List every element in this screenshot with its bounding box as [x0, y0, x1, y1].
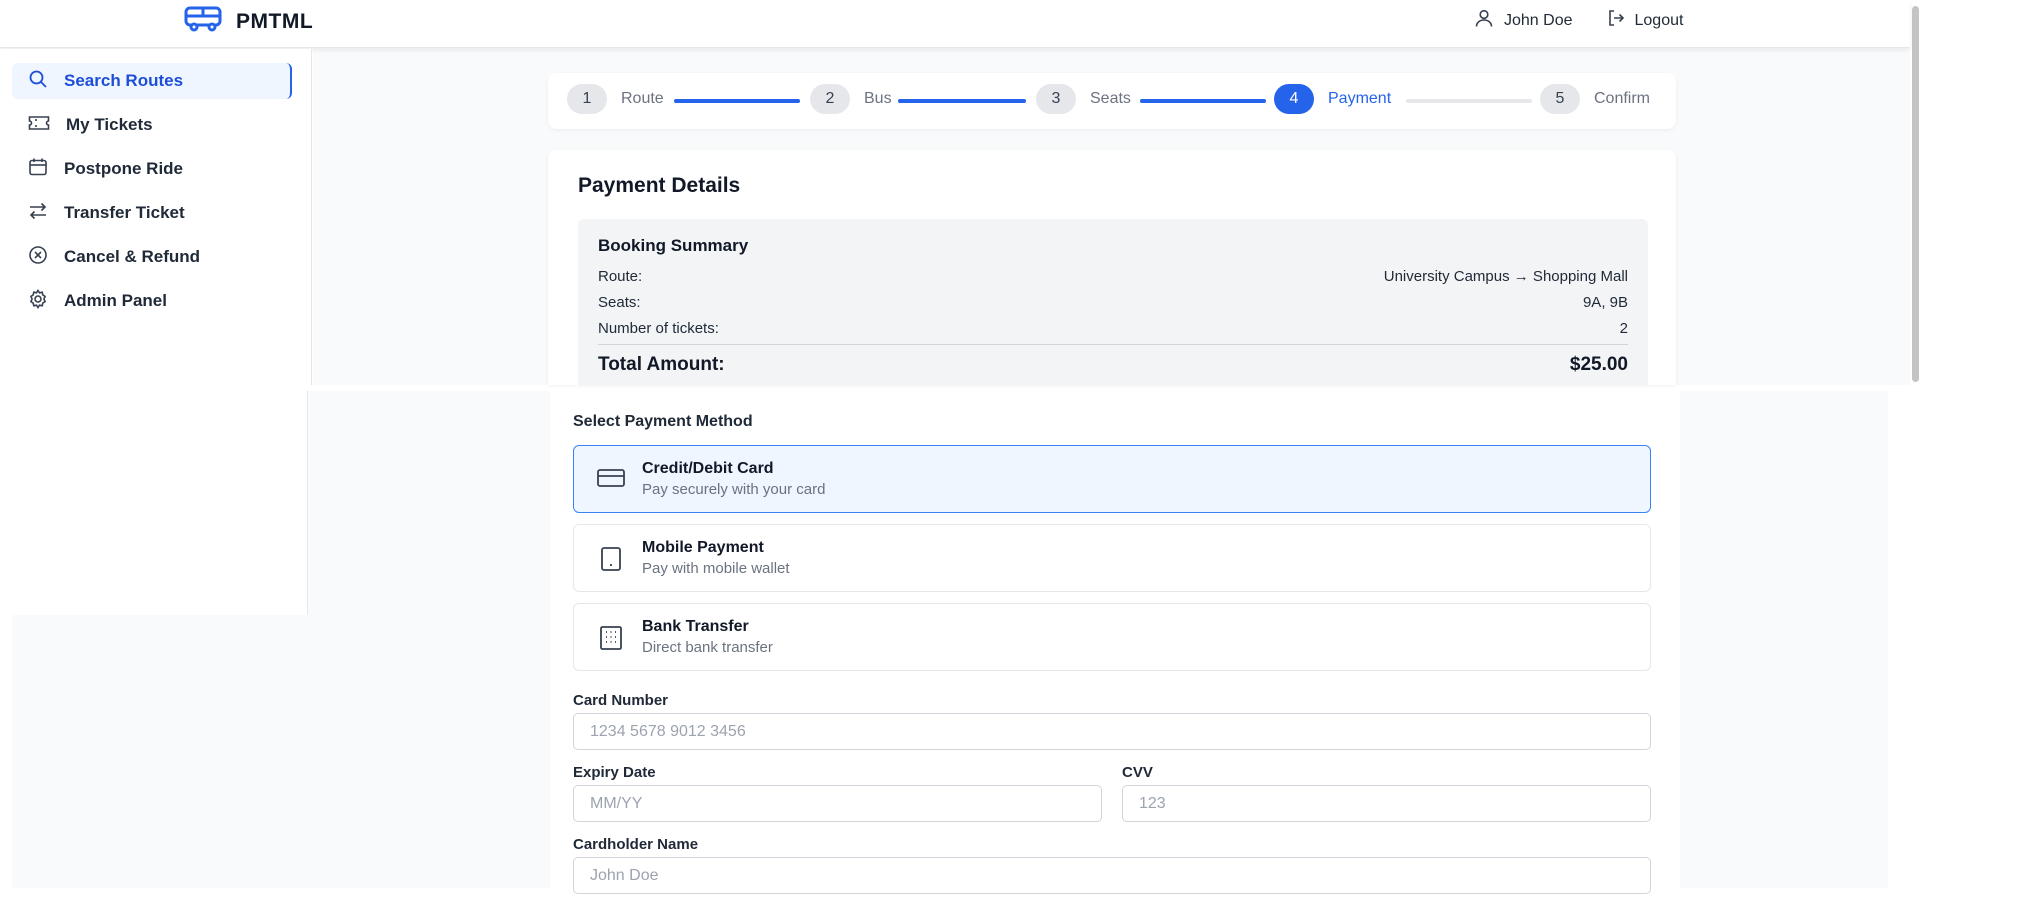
- credit-card-icon: [596, 467, 626, 494]
- summary-row-route: Route: University Campus → Shopping Mall: [598, 268, 1628, 285]
- step-number: 1: [567, 84, 607, 114]
- payment-method-name: Mobile Payment: [642, 539, 764, 556]
- card-number-input[interactable]: [573, 713, 1651, 750]
- sidebar-lower-area: [0, 391, 308, 615]
- sidebar-item-label: Postpone Ride: [64, 159, 184, 178]
- brand[interactable]: PMTML: [184, 6, 313, 37]
- booking-summary-title: Booking Summary: [598, 236, 749, 255]
- payment-method-description: Pay with mobile wallet: [642, 560, 790, 577]
- step-connector-pending: [1406, 99, 1532, 103]
- sidebar-item-my-tickets[interactable]: My Tickets: [12, 107, 292, 143]
- step-number: 5: [1540, 84, 1580, 114]
- sidebar-item-admin-panel[interactable]: Admin Panel: [12, 283, 292, 319]
- user-menu[interactable]: John Doe: [1474, 8, 1573, 33]
- expiry-date-label: Expiry Date: [573, 764, 656, 781]
- step-confirm[interactable]: 5 Confirm: [1540, 84, 1650, 114]
- total-label: Total Amount:: [598, 354, 725, 375]
- payment-method-description: Pay securely with your card: [642, 481, 826, 498]
- summary-total: Total Amount: $25.00: [598, 354, 1628, 376]
- step-label: Payment: [1328, 90, 1392, 107]
- bank-building-icon: [596, 625, 626, 656]
- step-label: Bus: [864, 90, 892, 107]
- user-name: John Doe: [1504, 11, 1573, 29]
- summary-row-seats: Seats: 9A, 9B: [598, 294, 1628, 311]
- sidebar-item-postpone-ride[interactable]: Postpone Ride: [12, 151, 292, 187]
- page-scrollbar[interactable]: [1912, 6, 1919, 382]
- user-icon: [1474, 8, 1494, 33]
- payment-method-mobile[interactable]: Mobile Payment Pay with mobile wallet: [573, 524, 1651, 592]
- payment-method-name: Credit/Debit Card: [642, 460, 774, 477]
- cvv-input[interactable]: [1122, 785, 1651, 822]
- transfer-icon: [28, 201, 48, 226]
- step-number: 4: [1274, 84, 1314, 114]
- cancel-circle-icon: [28, 245, 48, 270]
- summary-value: 2: [1619, 320, 1628, 337]
- summary-label: Number of tickets:: [598, 320, 719, 337]
- logout-label: Logout: [1634, 11, 1684, 29]
- search-icon: [28, 69, 48, 94]
- step-connector-complete: [898, 99, 1026, 103]
- smartphone-icon: [596, 546, 626, 577]
- payment-method-name: Bank Transfer: [642, 618, 749, 635]
- page-title: Payment Details: [578, 174, 741, 197]
- summary-value: University Campus → Shopping Mall: [1383, 268, 1628, 285]
- summary-row-tickets: Number of tickets: 2: [598, 320, 1628, 337]
- payment-method-card[interactable]: Credit/Debit Card Pay securely with your…: [573, 445, 1651, 513]
- calendar-icon: [28, 157, 48, 182]
- summary-label: Route:: [598, 268, 643, 285]
- summary-label: Seats:: [598, 294, 641, 311]
- step-payment[interactable]: 4 Payment: [1274, 84, 1391, 114]
- step-route[interactable]: 1 Route: [567, 84, 664, 114]
- step-label: Seats: [1090, 90, 1131, 107]
- sidebar-item-label: My Tickets: [66, 115, 153, 134]
- cvv-label: CVV: [1122, 764, 1153, 781]
- step-number: 3: [1036, 84, 1076, 114]
- sidebar-item-transfer-ticket[interactable]: Transfer Ticket: [12, 195, 292, 231]
- step-label: Confirm: [1594, 90, 1651, 107]
- step-label: Route: [621, 90, 664, 107]
- sidebar-item-cancel-refund[interactable]: Cancel & Refund: [12, 239, 292, 275]
- logout-icon: [1607, 9, 1625, 32]
- card-number-label: Card Number: [573, 692, 669, 709]
- sidebar-item-search-routes[interactable]: Search Routes: [12, 63, 292, 99]
- ticket-icon: [28, 114, 50, 137]
- step-connector-complete: [674, 99, 800, 103]
- summary-divider: [598, 344, 1628, 345]
- summary-value: 9A, 9B: [1582, 294, 1628, 311]
- payment-method-description: Direct bank transfer: [642, 639, 773, 656]
- bus-icon: [184, 6, 222, 37]
- cardholder-name-label: Cardholder Name: [573, 836, 699, 853]
- top-header: PMTML John Doe Logout: [0, 0, 1910, 48]
- total-amount: $25.00: [1569, 354, 1628, 375]
- booking-stepper: 1 Route 2 Bus 3 Seats 4 Payment 5 Confir…: [548, 73, 1676, 129]
- step-number: 2: [810, 84, 850, 114]
- logout-button[interactable]: Logout: [1607, 9, 1684, 32]
- sidebar-item-label: Transfer Ticket: [64, 203, 185, 222]
- payment-method-heading: Select Payment Method: [573, 413, 753, 430]
- sidebar-item-label: Admin Panel: [64, 291, 167, 310]
- step-seats[interactable]: 3 Seats: [1036, 84, 1131, 114]
- brand-name: PMTML: [236, 9, 314, 33]
- cardholder-name-input[interactable]: [573, 857, 1651, 894]
- expiry-date-input[interactable]: [573, 785, 1102, 822]
- step-bus[interactable]: 2 Bus: [810, 84, 892, 114]
- payment-method-bank[interactable]: Bank Transfer Direct bank transfer: [573, 603, 1651, 671]
- step-connector-complete: [1140, 99, 1266, 103]
- sidebar-item-label: Search Routes: [64, 71, 184, 90]
- sidebar-item-label: Cancel & Refund: [64, 247, 201, 266]
- gear-icon: [28, 288, 48, 314]
